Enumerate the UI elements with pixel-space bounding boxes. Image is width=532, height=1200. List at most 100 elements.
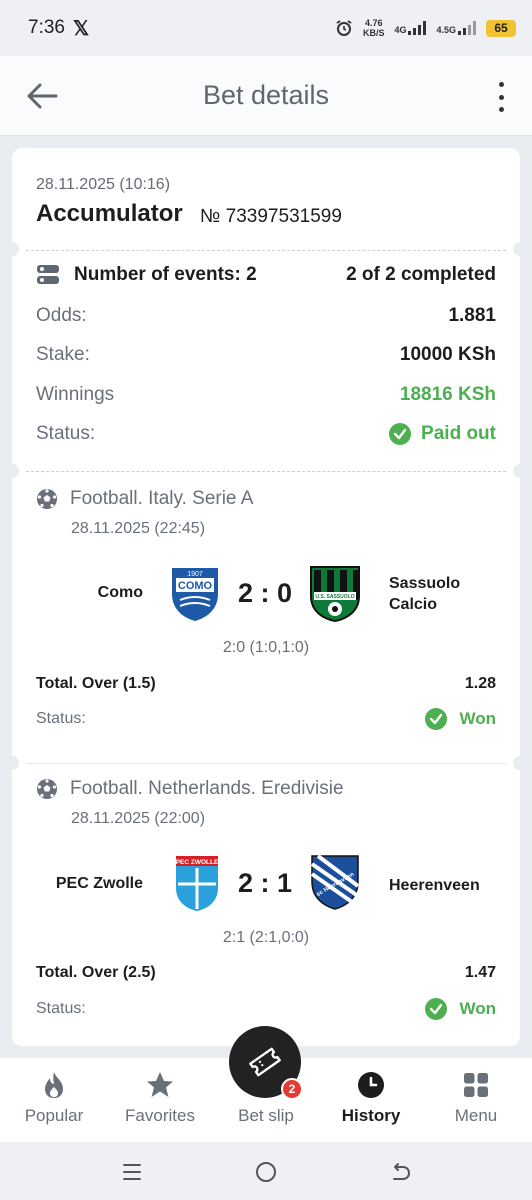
match-date: 28.11.2025 (22:00) <box>71 810 206 827</box>
signal-bars-icon <box>458 21 476 35</box>
winnings-value: 18816 KSh <box>399 384 496 405</box>
period-scores: 2:1 (2:1,0:0) <box>222 929 310 946</box>
bet-type: Accumulator <box>36 200 183 227</box>
completed-count: 2 of 2 completed <box>346 264 496 285</box>
stake-value: 10000 KSh <box>399 344 496 365</box>
winnings-row: Winnings 18816 KSh <box>36 384 496 406</box>
divider <box>26 250 506 251</box>
league-name: Football. Netherlands. Eredivisie <box>70 778 344 799</box>
match-date: 28.11.2025 (22:45) <box>71 520 206 537</box>
selection-odds: 1.28 <box>464 675 496 692</box>
more-options-icon[interactable] <box>496 82 506 112</box>
list-toggle-icon <box>37 265 59 284</box>
status-icons: 4.76 KB/S 4G 4.5G 65 <box>335 18 516 38</box>
nav-menu[interactable]: Menu <box>423 1070 529 1126</box>
status-row: Status: Paid out <box>36 423 496 445</box>
system-nav-bar <box>0 1142 532 1200</box>
como-logo-text: COMO <box>178 580 213 592</box>
event-status-row: Status: Won <box>36 708 496 730</box>
event-status-row: Status: Won <box>36 998 496 1020</box>
away-team: Heerenveen <box>389 875 480 896</box>
bet-number: № 73397531599 <box>200 206 342 227</box>
nav-history[interactable]: History <box>318 1070 424 1126</box>
grid-icon <box>464 1073 488 1097</box>
back-arrow-icon[interactable] <box>24 78 60 114</box>
x-logo-icon: 𝕏 <box>72 17 90 40</box>
status-label: Status: <box>36 423 96 444</box>
selection-odds: 1.47 <box>464 964 496 981</box>
home-team: Como <box>97 584 143 601</box>
app-header: Bet details <box>0 56 532 136</box>
event-status-value: Won <box>459 999 496 1018</box>
status-paid-out: Paid out <box>389 423 496 445</box>
nav-label: History <box>341 1106 401 1125</box>
heerenveen-logo-icon: sc Heerenveen <box>310 854 360 910</box>
event-status-won: Won <box>425 708 496 730</box>
odds-row: Odds: 1.881 <box>36 305 496 327</box>
odds-label: Odds: <box>36 305 87 326</box>
pec-logo-text: PEC ZWOLLE <box>176 859 219 866</box>
check-circle-icon <box>425 708 448 730</box>
page-title: Bet details <box>202 80 330 110</box>
clock-icon <box>358 1072 384 1098</box>
league-row: Football. Italy. Serie A <box>36 488 253 510</box>
net-type-1: 4G <box>394 25 407 35</box>
nav-favorites[interactable]: Favorites <box>107 1070 213 1126</box>
league-row: Football. Netherlands. Eredivisie <box>36 778 344 800</box>
stake-row: Stake: 10000 KSh <box>36 344 496 366</box>
alarm-icon <box>336 20 352 36</box>
status-value: Paid out <box>421 423 496 444</box>
ticket-notch <box>513 242 527 256</box>
pec-zwolle-logo-icon: PEC ZWOLLE <box>176 856 219 911</box>
soccer-ball-icon <box>37 779 57 799</box>
como-logo-year: 1907 <box>187 571 203 578</box>
league-name: Football. Italy. Serie A <box>70 488 254 509</box>
recent-apps-icon[interactable] <box>118 1158 146 1186</box>
ticket-notch <box>5 242 19 256</box>
nav-label: Menu <box>454 1106 498 1125</box>
net-speed-unit: KB/S <box>362 28 385 38</box>
events-row: Number of events: 2 2 of 2 completed <box>36 264 496 286</box>
event-status-label: Status: <box>36 710 86 727</box>
away-team-line2: Calcio <box>389 596 438 613</box>
signal-45g: 4.5G <box>436 21 476 35</box>
bet-date: 28.11.2025 (10:16) <box>36 176 171 193</box>
events-count: Number of events: 2 <box>36 264 257 286</box>
signal-bars-icon <box>408 21 427 35</box>
battery-icon: 65 <box>486 19 516 37</box>
status-time: 7:36 <box>28 17 65 38</box>
selection-name: Total. Over (1.5) <box>36 675 156 692</box>
event-status-value: Won <box>459 709 496 728</box>
bet-slip-badge: 2 <box>281 1078 303 1100</box>
divider <box>26 471 506 472</box>
como-logo-icon: 1907 COMO <box>172 568 218 621</box>
selection-name: Total. Over (2.5) <box>36 964 156 981</box>
selection-row: Total. Over (1.5) 1.28 <box>36 675 496 693</box>
events-label: Number of events: 2 <box>74 264 257 285</box>
away-team-line1: Heerenveen <box>389 877 480 894</box>
stake-label: Stake: <box>36 344 90 365</box>
flame-icon <box>45 1072 63 1098</box>
winnings-label: Winnings <box>36 384 115 405</box>
odds-value: 1.881 <box>448 305 496 326</box>
home-icon[interactable] <box>252 1158 280 1186</box>
net-speed-value: 4.76 <box>364 18 383 28</box>
event-status-label: Status: <box>36 1000 86 1017</box>
nav-label: Favorites <box>125 1106 195 1125</box>
check-circle-icon <box>425 998 448 1020</box>
net-speed: 4.76 KB/S <box>363 18 385 38</box>
check-circle-icon <box>389 423 412 445</box>
system-back-icon[interactable] <box>386 1158 414 1186</box>
soccer-ball-icon <box>37 489 57 509</box>
sassuolo-logo-text: U.S. SASSUOLO <box>315 594 354 600</box>
score: 2 : 0 <box>238 578 293 608</box>
ticket-notch <box>5 756 19 770</box>
signal-4g: 4G <box>394 21 427 35</box>
ticket-notch <box>5 464 19 478</box>
ticket-notch <box>513 756 527 770</box>
nav-popular[interactable]: Popular <box>1 1070 107 1126</box>
sassuolo-logo-icon: U.S. SASSUOLO <box>310 566 360 622</box>
away-team-line1: Sassuolo <box>389 575 461 592</box>
net-type-2: 4.5G <box>436 25 456 35</box>
nav-label: Bet slip <box>238 1106 294 1125</box>
